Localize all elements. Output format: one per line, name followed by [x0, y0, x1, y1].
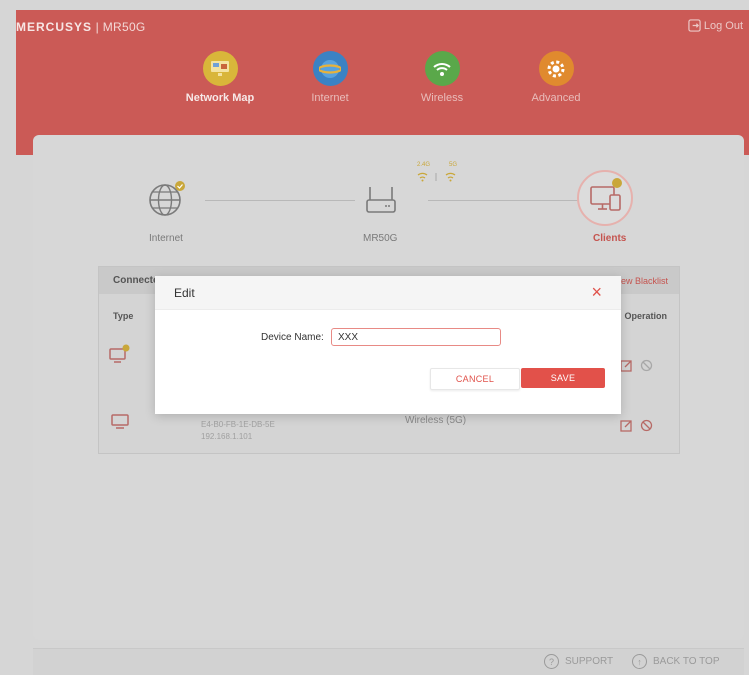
block-icon[interactable] — [640, 359, 653, 372]
tab-wireless[interactable]: Wireless — [402, 51, 482, 104]
column-type-header: Type — [113, 311, 134, 321]
tab-label: Network Map — [185, 92, 255, 104]
column-operation-header: Operation — [624, 311, 667, 321]
edit-icon[interactable] — [620, 359, 633, 372]
router-node[interactable] — [364, 184, 398, 216]
router-label: MR50G — [363, 233, 398, 244]
device-name-label: Device Name: — [261, 332, 324, 343]
back-to-top-link[interactable]: ↑ BACK TO TOP — [632, 654, 720, 669]
view-blacklist-link[interactable]: View Blacklist — [620, 276, 668, 286]
block-icon[interactable] — [640, 419, 653, 432]
edit-icon[interactable] — [620, 419, 633, 432]
wifi-icon — [417, 172, 456, 182]
support-label: SUPPORT — [565, 656, 614, 667]
band-24g-label: 2.4G — [417, 162, 431, 168]
computer-icon — [111, 414, 129, 429]
edit-dialog: Edit × Device Name: CANCEL SAVE — [155, 276, 621, 414]
model-name: MR50G — [102, 20, 146, 34]
device-name-input[interactable] — [331, 328, 501, 346]
support-icon: ? — [544, 654, 559, 669]
dialog-title: Edit — [174, 286, 195, 300]
connector-line — [428, 200, 578, 201]
internet-node[interactable] — [147, 178, 187, 218]
internet-label: Internet — [149, 233, 183, 244]
globe-icon — [312, 51, 348, 86]
support-link[interactable]: ? SUPPORT — [544, 654, 613, 669]
wifi-icon — [424, 51, 460, 86]
close-icon[interactable]: × — [591, 282, 602, 302]
computer-icon — [577, 170, 633, 226]
brand-name: MERCUSYS — [16, 20, 93, 34]
tab-label: Wireless — [420, 92, 464, 104]
tab-internet[interactable]: Internet — [290, 51, 370, 104]
connector-line — [205, 200, 355, 201]
panel-title: Connected Devices — [113, 275, 158, 286]
gear-icon — [538, 51, 574, 86]
network-map-icon — [202, 51, 238, 86]
router-icon — [366, 187, 396, 213]
arrow-up-icon: ↑ — [632, 654, 647, 669]
tab-network-map[interactable]: Network Map — [180, 51, 260, 104]
tab-advanced[interactable]: Advanced — [516, 51, 596, 104]
brand-logo: MERCUSYS | MR50G — [16, 20, 146, 34]
cancel-button[interactable]: CANCEL — [430, 368, 520, 390]
logout-button[interactable]: Log Out — [688, 19, 743, 32]
device-mac: E4-B0-FB-1E-DB-5E — [201, 420, 275, 429]
clients-label: Clients — [593, 233, 627, 244]
device-connection: Wireless (5G) — [405, 415, 467, 426]
globe-icon — [149, 181, 185, 216]
band-5g-label: 5G — [449, 162, 458, 168]
tab-label: Advanced — [531, 92, 581, 104]
computer-icon — [109, 344, 130, 363]
save-button[interactable]: SAVE — [521, 368, 605, 388]
dialog-header: Edit × — [155, 276, 621, 310]
tab-label: Internet — [311, 92, 349, 104]
back-to-top-label: BACK TO TOP — [653, 656, 720, 667]
clients-node[interactable] — [576, 169, 634, 227]
logout-icon — [688, 19, 701, 32]
device-ip: 192.168.1.101 — [201, 432, 253, 441]
logout-label: Log Out — [703, 19, 743, 32]
band-indicator: 2.4G 5G — [414, 160, 464, 184]
